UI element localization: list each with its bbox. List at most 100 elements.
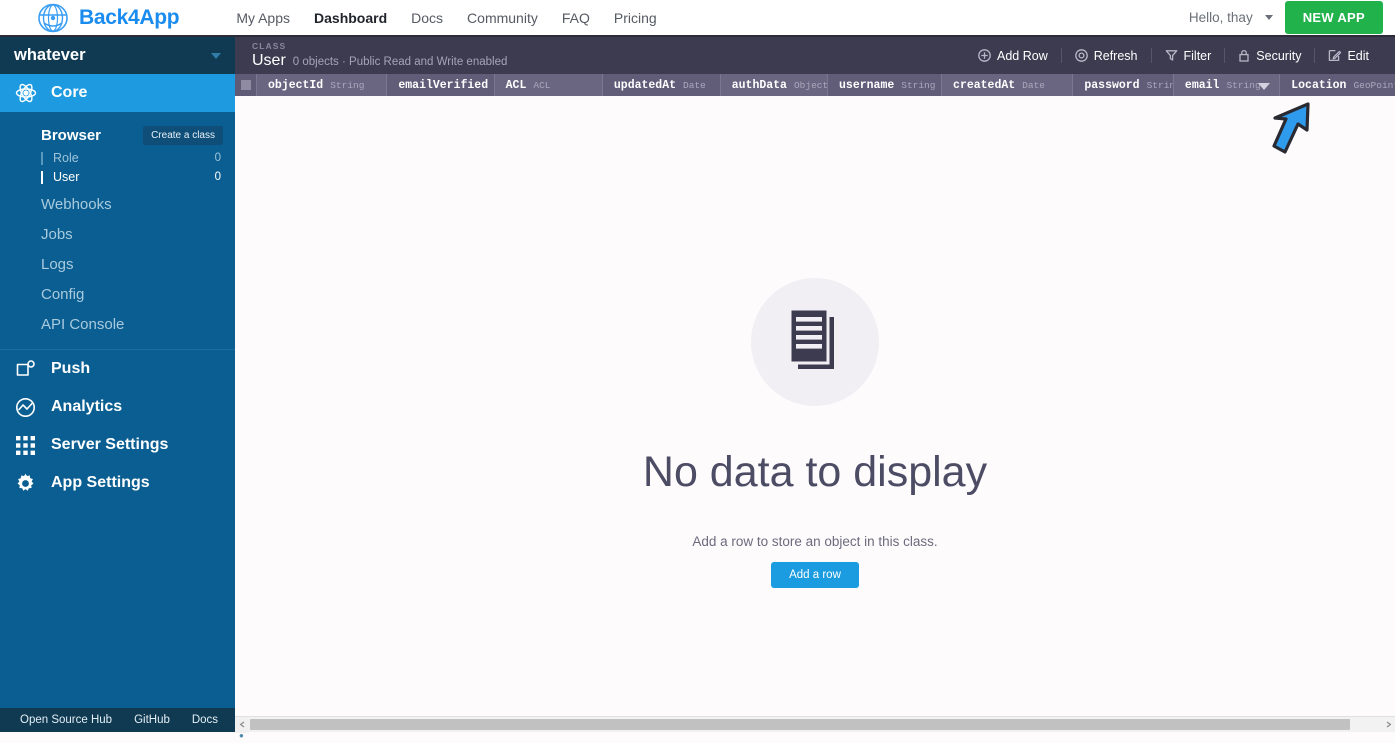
sidebar-section-server-settings[interactable]: Server Settings	[0, 426, 235, 464]
toolbar-actions: Add Row Refresh Filter Security Edit	[965, 45, 1382, 67]
column-type: ACL	[533, 79, 551, 91]
class-toolbar: CLASS User 0 objects · Public Read and W…	[235, 37, 1395, 74]
chevron-down-icon	[211, 52, 221, 59]
edit-label: Edit	[1347, 48, 1369, 63]
sidebar-section-label: Core	[51, 84, 88, 101]
sidebar-item-logs[interactable]: Logs	[0, 253, 235, 275]
documents-stack-icon	[788, 307, 834, 369]
footer-link-docs[interactable]: Docs	[181, 714, 229, 726]
nav-link-my-apps[interactable]: My Apps	[236, 8, 290, 28]
nav-link-docs[interactable]: Docs	[411, 8, 443, 28]
scroll-left-arrow-icon[interactable]	[235, 716, 249, 733]
class-name-label: User	[53, 170, 80, 184]
class-name-label: Role	[53, 151, 79, 165]
footer-link-open-source-hub[interactable]: Open Source Hub	[9, 714, 123, 726]
chevron-down-icon[interactable]	[1264, 15, 1273, 20]
column-header-emailVerified[interactable]: emailVerified Boole…	[386, 74, 494, 96]
sidebar-item-config[interactable]: Config	[0, 283, 235, 305]
security-button[interactable]: Security	[1225, 45, 1314, 67]
grid-dots-icon	[13, 433, 38, 458]
empty-state-icon-circle	[751, 278, 879, 406]
class-kicker-label: CLASS	[252, 40, 287, 51]
data-table-body: No data to display Add a row to store an…	[235, 96, 1395, 716]
sidebar-class-user[interactable]: User 0	[0, 169, 235, 185]
column-type: Date	[683, 79, 706, 91]
column-header-createdAt[interactable]: createdAt Date	[941, 74, 1073, 96]
class-count-label: 0	[214, 152, 221, 164]
class-indicator-bar	[41, 151, 43, 165]
nav-link-faq[interactable]: FAQ	[562, 8, 590, 28]
sidebar-section-app-settings[interactable]: App Settings	[0, 464, 235, 502]
nav-right-group: Hello, thay NEW APP	[1189, 1, 1383, 34]
sidebar-item-jobs[interactable]: Jobs	[0, 223, 235, 245]
app-selector[interactable]: whatever	[0, 37, 235, 74]
class-count-label: 0	[214, 171, 221, 183]
security-label: Security	[1256, 48, 1302, 63]
column-name: objectId	[268, 78, 324, 92]
edit-button[interactable]: Edit	[1315, 45, 1382, 67]
nav-link-pricing[interactable]: Pricing	[614, 8, 657, 28]
top-navigation-bar: Back4App My Apps Dashboard Docs Communit…	[0, 0, 1395, 37]
column-header-objectId[interactable]: objectId String	[256, 74, 387, 96]
gear-icon	[13, 471, 38, 496]
user-greeting[interactable]: Hello, thay	[1189, 10, 1253, 25]
brand-name: Back4App	[79, 5, 180, 29]
new-app-button[interactable]: NEW APP	[1284, 1, 1383, 34]
column-type: GeoPoint	[1353, 79, 1395, 91]
refresh-button[interactable]: Refresh	[1062, 45, 1151, 67]
column-header-updatedAt[interactable]: updatedAt Date	[601, 74, 720, 96]
filter-label: Filter	[1183, 48, 1212, 63]
scroll-right-arrow-icon[interactable]	[1381, 717, 1395, 733]
pencil-edit-icon	[1329, 49, 1342, 62]
sidebar-section-core[interactable]: Core	[0, 74, 235, 112]
column-type: String	[901, 79, 936, 91]
chevron-down-icon[interactable]	[1258, 83, 1271, 90]
class-name-heading: User	[252, 52, 286, 70]
sidebar-section-label: Analytics	[51, 398, 123, 415]
column-header-username[interactable]: username String	[827, 74, 942, 96]
browser-label[interactable]: Browser	[41, 127, 101, 144]
column-name: password	[1084, 78, 1140, 92]
footer-link-github[interactable]: GitHub	[123, 714, 181, 726]
sidebar-section-analytics[interactable]: Analytics	[0, 388, 235, 426]
scrollbar-thumb[interactable]	[250, 719, 1350, 730]
filter-button[interactable]: Filter	[1152, 45, 1225, 67]
analytics-wave-icon	[13, 395, 38, 420]
empty-state: No data to display Add a row to store an…	[235, 96, 1395, 588]
column-type: String	[1226, 79, 1261, 91]
column-header-authData[interactable]: authData Object	[719, 74, 828, 96]
nav-link-dashboard[interactable]: Dashboard	[314, 8, 387, 28]
sidebar-item-webhooks[interactable]: Webhooks	[0, 193, 235, 215]
lock-icon	[1239, 49, 1249, 62]
add-row-label: Add Row	[997, 48, 1048, 63]
nav-link-community[interactable]: Community	[467, 8, 538, 28]
empty-state-title: No data to display	[642, 448, 988, 496]
column-name: username	[839, 78, 895, 92]
sidebar-class-role[interactable]: Role 0	[0, 150, 235, 166]
column-name: createdAt	[953, 78, 1016, 92]
column-header-password[interactable]: password String	[1072, 74, 1173, 96]
sidebar-section-label: App Settings	[51, 474, 150, 491]
create-class-button[interactable]: Create a class	[143, 125, 223, 145]
column-name: ACL	[505, 78, 527, 92]
column-header-ACL[interactable]: ACL ACL	[493, 74, 602, 96]
add-a-row-button[interactable]: Add a row	[771, 562, 859, 588]
sidebar-item-api-console[interactable]: API Console	[0, 313, 235, 335]
sidebar: whatever Core Browser Create a class Rol…	[0, 37, 244, 743]
column-name: Location	[1291, 78, 1347, 92]
add-row-button[interactable]: Add Row	[965, 45, 1061, 67]
select-all-checkbox[interactable]	[240, 80, 251, 90]
app-name-label: whatever	[14, 46, 86, 64]
brand-logo-link[interactable]: Back4App	[36, 3, 180, 33]
horizontal-scrollbar[interactable]	[235, 716, 1395, 733]
column-name: email	[1184, 78, 1220, 92]
column-name: emailVerified	[398, 78, 489, 92]
select-all-cell[interactable]	[235, 74, 256, 96]
refresh-circle-icon	[1074, 49, 1088, 62]
sidebar-section-push[interactable]: Push	[0, 350, 235, 388]
column-type: String	[1146, 79, 1173, 91]
column-header-email[interactable]: email String	[1172, 74, 1280, 96]
core-subnav: Browser Create a class Role 0 User 0 Web…	[0, 112, 235, 349]
sidebar-section-label: Push	[51, 360, 91, 377]
column-header-Location[interactable]: Location GeoPoint	[1279, 74, 1395, 96]
